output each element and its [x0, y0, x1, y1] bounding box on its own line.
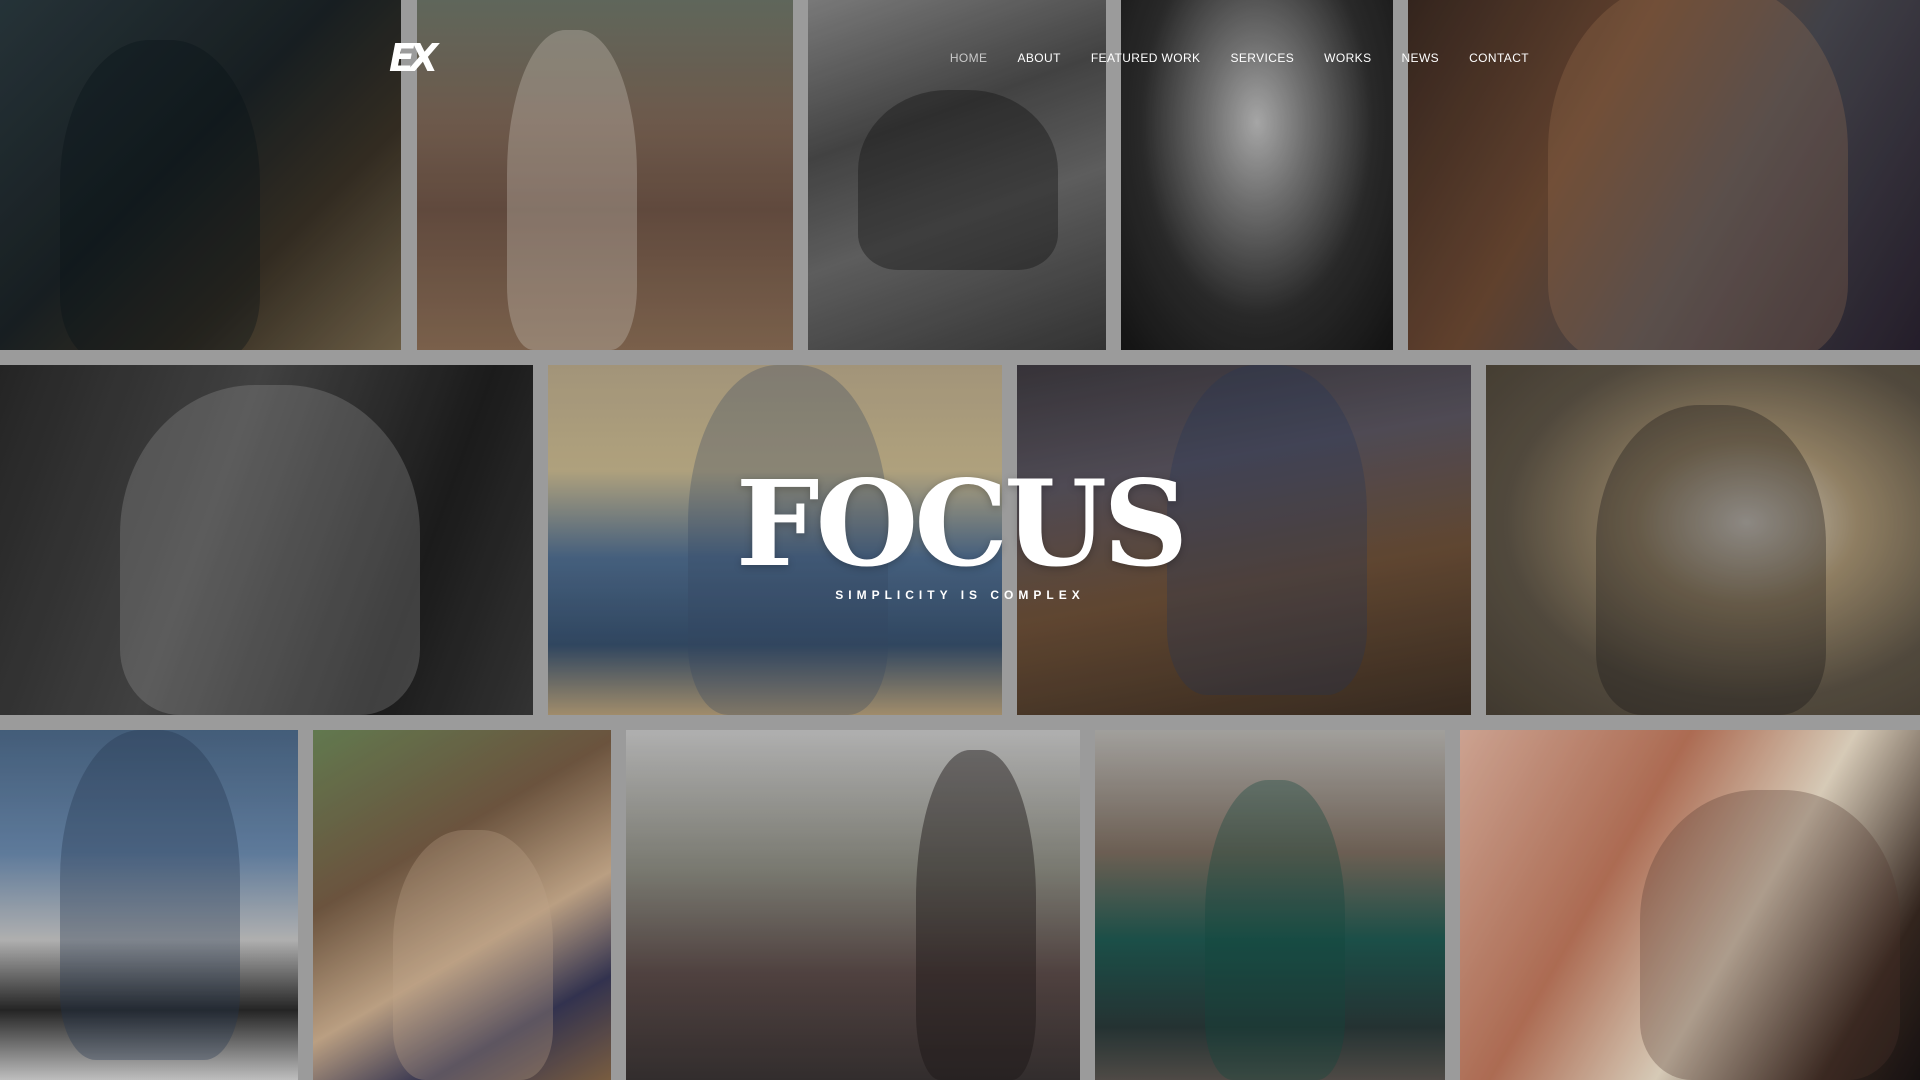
site-header: EX HOME ABOUT FEATURED WORK SERVICES WOR…: [0, 0, 1920, 120]
hero-title: FOCUS: [735, 454, 1189, 593]
gallery-row-3: [0, 730, 1920, 1080]
gallery-photo[interactable]: [313, 730, 611, 1080]
nav-item-about[interactable]: ABOUT: [1017, 51, 1060, 65]
gallery-photo[interactable]: [0, 730, 298, 1080]
gallery-photo[interactable]: [626, 730, 1080, 1080]
nav-item-home[interactable]: HOME: [950, 51, 988, 65]
nav-item-contact[interactable]: CONTACT: [1469, 51, 1529, 65]
nav-item-featured-work[interactable]: FEATURED WORK: [1091, 51, 1201, 65]
site-logo[interactable]: EX: [389, 39, 449, 77]
gallery-photo[interactable]: [1460, 730, 1920, 1080]
gallery-photo[interactable]: [1095, 730, 1445, 1080]
hero-subtitle: SIMPLICITY IS COMPLEX: [835, 588, 1085, 602]
nav-item-works[interactable]: WORKS: [1324, 51, 1371, 65]
hero: FOCUS SIMPLICITY IS COMPLEX: [0, 454, 1920, 603]
main-nav: HOME ABOUT FEATURED WORK SERVICES WORKS …: [920, 51, 1529, 65]
nav-item-services[interactable]: SERVICES: [1230, 51, 1294, 65]
nav-item-news[interactable]: NEWS: [1401, 51, 1439, 65]
page: EX HOME ABOUT FEATURED WORK SERVICES WOR…: [0, 0, 1920, 1080]
